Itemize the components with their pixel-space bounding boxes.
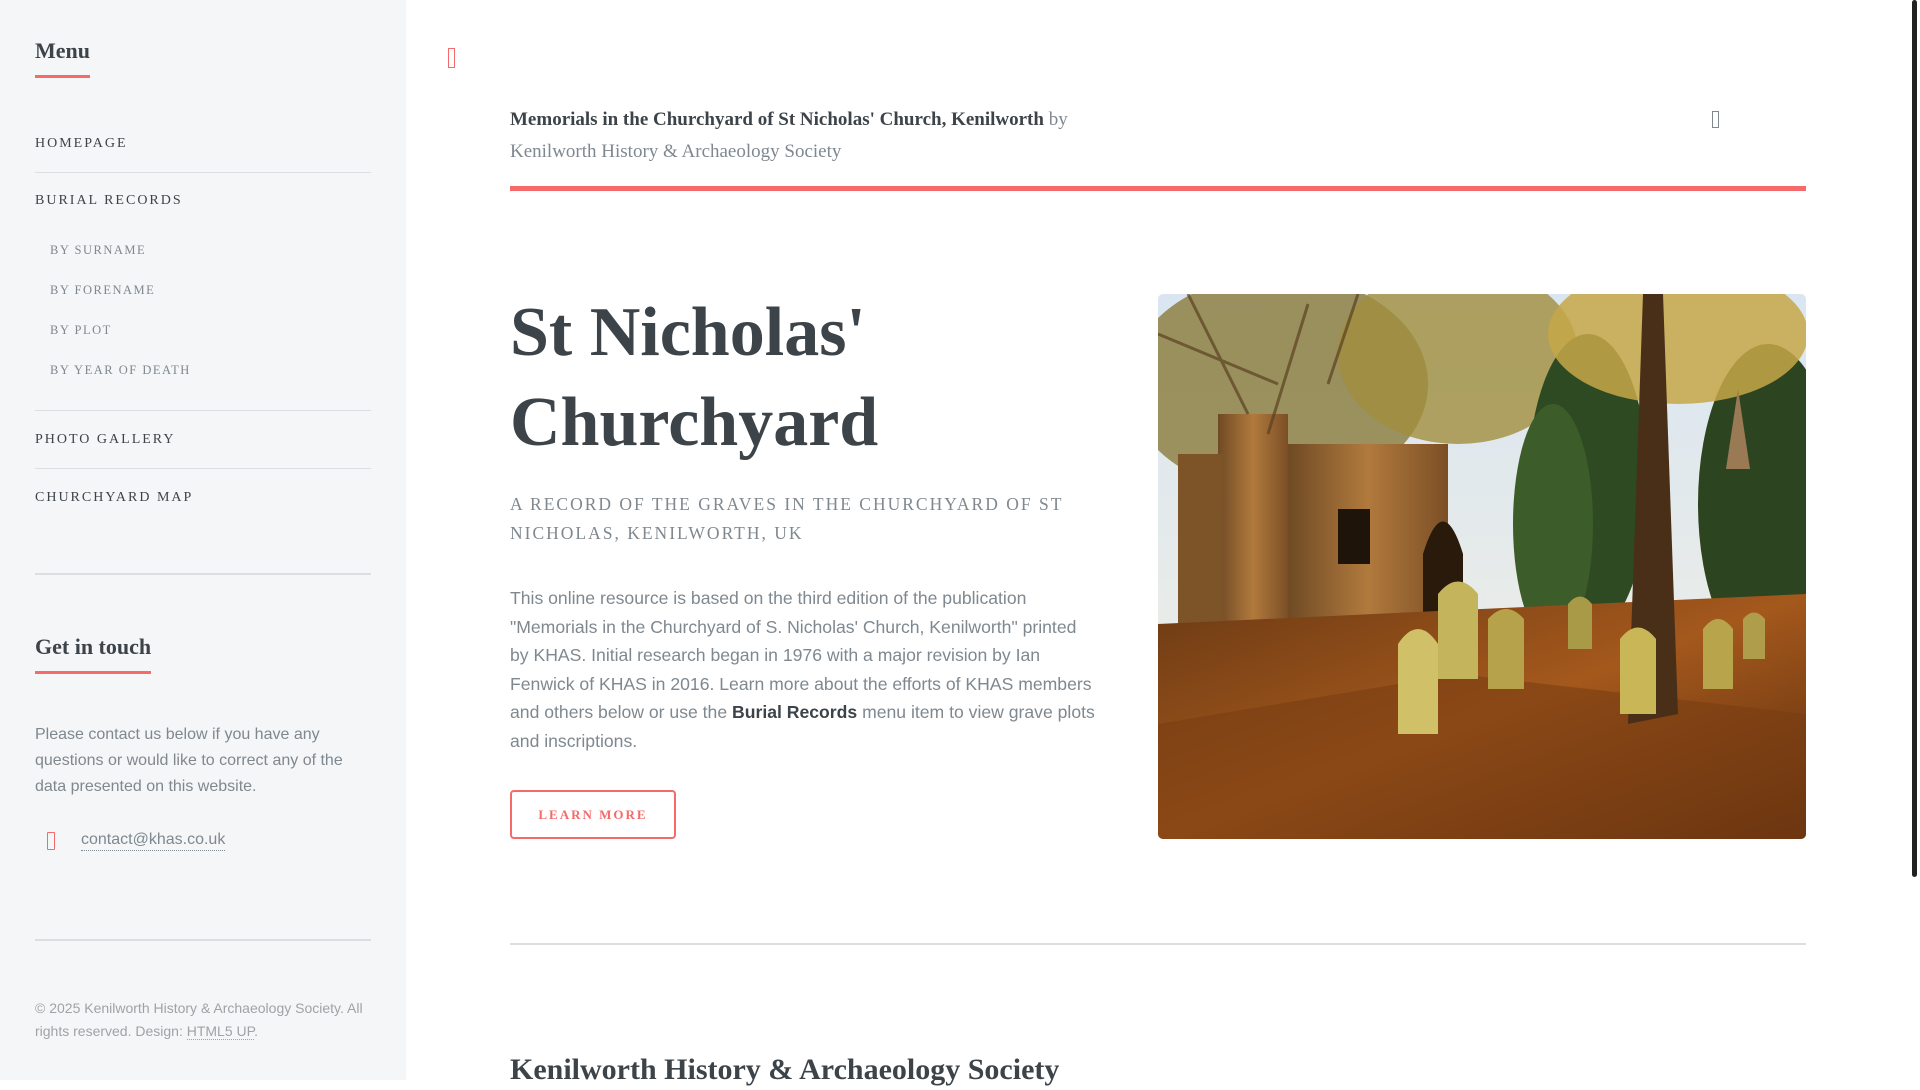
contact-text: Please contact us below if you have any … <box>35 726 343 795</box>
menu-heading: Menu <box>35 40 90 78</box>
header-title-strong: Memorials in the Churchyard of St Nichol… <box>510 109 1044 130</box>
sidebar-item-churchyard-map[interactable]: Churchyard Map <box>35 490 193 506</box>
header-title-by: by <box>1043 109 1068 130</box>
sidebar-subitem-by-surname[interactable]: By Surname <box>50 243 146 258</box>
header-title[interactable]: Memorials in the Churchyard of St Nichol… <box>510 104 1130 168</box>
page-subtitle: A record of the graves in the churchyard… <box>510 494 1064 543</box>
intro-paragraph: This online resource is based on the thi… <box>510 584 1095 756</box>
sidebar-divider <box>35 939 371 941</box>
sidebar: Menu Homepage Burial Records By Surname … <box>0 0 406 1080</box>
copyright-end: . <box>254 1023 259 1039</box>
sidebar-item-burial-records[interactable]: Burial Records <box>35 193 183 209</box>
copyright-footer: © 2025 Kenilworth History & Archaeology … <box>35 997 375 1043</box>
contact-email-link[interactable]: contact@khas.co.uk <box>81 830 226 851</box>
menu-divider <box>35 172 371 173</box>
envelope-icon <box>47 832 55 850</box>
sidebar-subitem-by-forename[interactable]: By Forename <box>50 283 155 298</box>
intro-text-strong: Burial Records <box>732 702 858 723</box>
sidebar-item-homepage[interactable]: Homepage <box>35 136 128 152</box>
sidebar-divider <box>35 573 371 575</box>
contact-heading: Get in touch <box>35 636 152 674</box>
scrollbar[interactable] <box>1912 0 1917 877</box>
section-title: Kenilworth History & Archaeology Society <box>510 1053 1060 1086</box>
header-divider <box>510 186 1806 191</box>
sidebar-item-photo-gallery[interactable]: Photo Gallery <box>35 432 175 448</box>
header-title-org: Kenilworth History & Archaeology Society <box>510 141 842 162</box>
menu-divider <box>35 468 371 469</box>
main-content: Memorials in the Churchyard of St Nichol… <box>406 0 1920 1086</box>
menu-divider <box>35 410 371 411</box>
section-divider <box>510 943 1806 945</box>
sidebar-subitem-by-year-of-death[interactable]: By Year of Death <box>50 363 191 378</box>
page-title-line-1: St Nicholas' <box>510 294 866 371</box>
learn-more-button[interactable]: Learn More <box>510 790 676 839</box>
page-title: St Nicholas' Churchyard <box>510 288 1070 468</box>
page-title-line-2: Churchyard <box>510 384 879 461</box>
html5up-link[interactable]: HTML5 UP <box>186 1023 255 1040</box>
sidebar-subitem-by-plot[interactable]: By Plot <box>50 323 112 338</box>
facebook-icon[interactable] <box>1712 111 1719 128</box>
menu-toggle-icon[interactable] <box>448 48 455 68</box>
churchyard-photo <box>1158 294 1806 839</box>
